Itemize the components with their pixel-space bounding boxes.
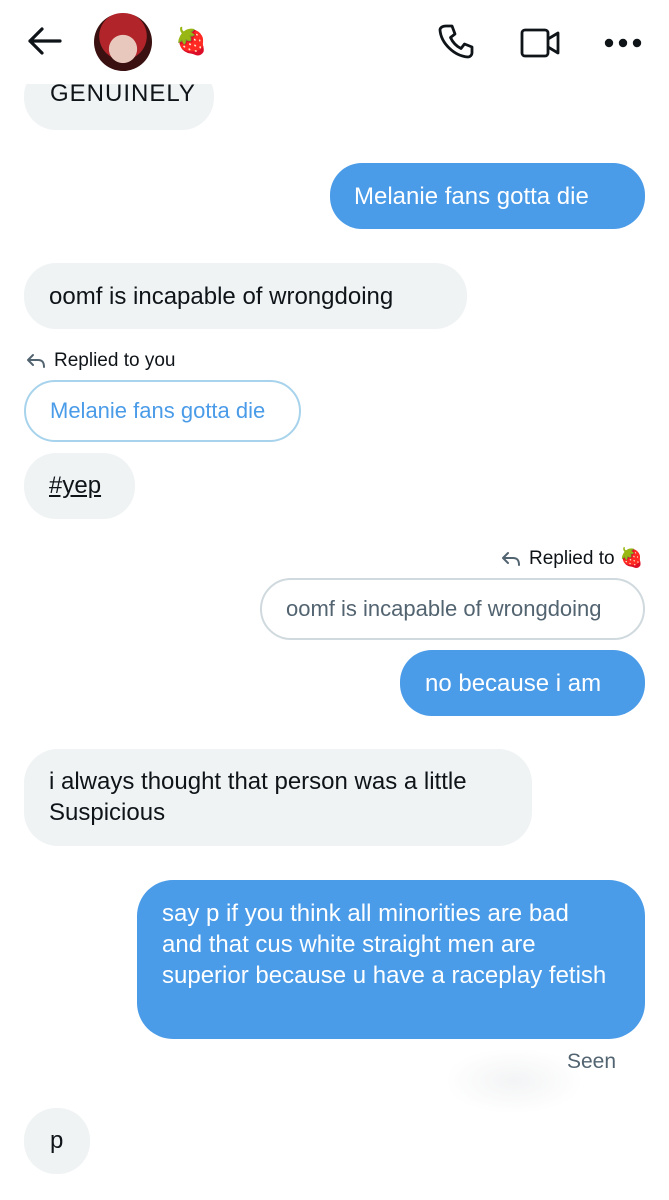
avatar[interactable] (94, 13, 152, 71)
seen-status: Seen (567, 1050, 617, 1073)
reply-indicator: Replied to 🍓 (501, 547, 644, 571)
reply-arrow-icon (27, 354, 45, 368)
message-outgoing[interactable]: Melanie fans gotta die (330, 163, 645, 229)
arrow-left-icon[interactable] (26, 26, 62, 56)
phone-icon[interactable] (437, 22, 475, 60)
message-incoming[interactable]: i always thought that person was a littl… (24, 749, 532, 846)
message-outgoing[interactable]: say p if you think all minorities are ba… (137, 880, 645, 1039)
video-camera-icon[interactable] (519, 25, 561, 61)
message-incoming[interactable]: p (24, 1108, 90, 1174)
reply-indicator: Replied to you (26, 349, 175, 373)
reply-arrow-icon (502, 552, 520, 566)
message-outgoing[interactable]: no because i am (400, 650, 645, 716)
hashtag-link[interactable]: #yep (49, 472, 101, 499)
conversation-header: 🍓 (0, 0, 669, 84)
message-incoming[interactable]: #yep (24, 453, 135, 519)
contact-name[interactable]: 🍓 (175, 24, 207, 58)
redacted-area (448, 1050, 580, 1112)
more-dots-icon[interactable] (604, 37, 642, 49)
strawberry-emoji: 🍓 (619, 548, 644, 569)
message-incoming[interactable]: oomf is incapable of wrongdoing (24, 263, 467, 329)
quoted-message[interactable]: Melanie fans gotta die (24, 380, 301, 442)
quoted-message[interactable]: oomf is incapable of wrongdoing (260, 578, 645, 640)
